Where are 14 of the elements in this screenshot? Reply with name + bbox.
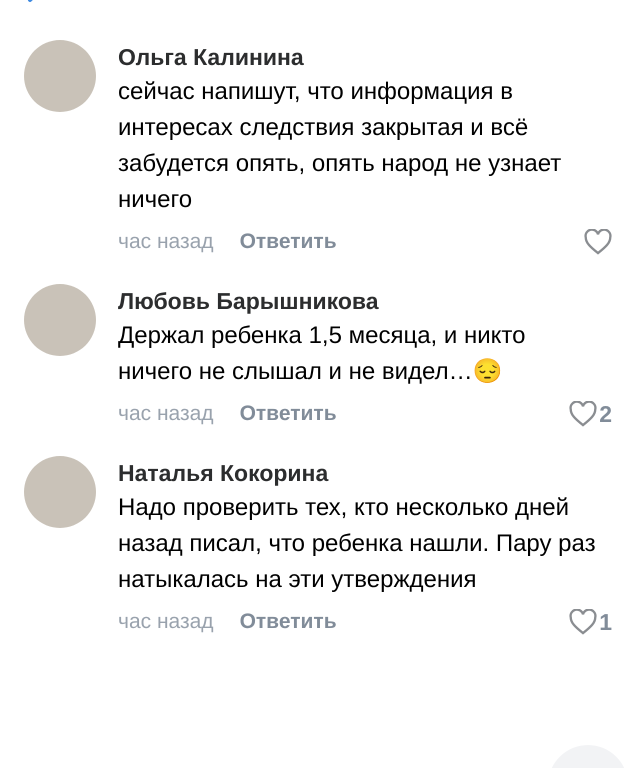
heart-icon[interactable]	[584, 229, 612, 255]
comment-time: час назад	[118, 229, 214, 256]
comment-time: час назад	[118, 609, 214, 636]
comment-text: Держал ребенка 1,5 месяца, и никто ничего не слышал и не видел…😔	[118, 321, 526, 387]
comment-author[interactable]: Любовь Барышникова	[118, 284, 612, 316]
comment-author[interactable]: Ольга Калинина	[118, 40, 612, 72]
comment-text: сейчас напишут, что информация в интересах следствия закрытая и всё забудется опять, опять народ не узнает ничего	[118, 77, 562, 215]
heart-icon[interactable]	[569, 609, 598, 635]
comment-text: Надо проверить тех, кто несколько дней назад писал, что ребенка нашли. Пару раз натыкалась на эти утверждения	[118, 493, 597, 595]
comment-time: час назад	[118, 401, 214, 428]
like-count: 2	[599, 400, 612, 429]
heart-icon[interactable]	[569, 401, 598, 427]
comment-author[interactable]: Наталья Кокорина	[118, 456, 612, 488]
like-count: 1	[599, 608, 612, 637]
